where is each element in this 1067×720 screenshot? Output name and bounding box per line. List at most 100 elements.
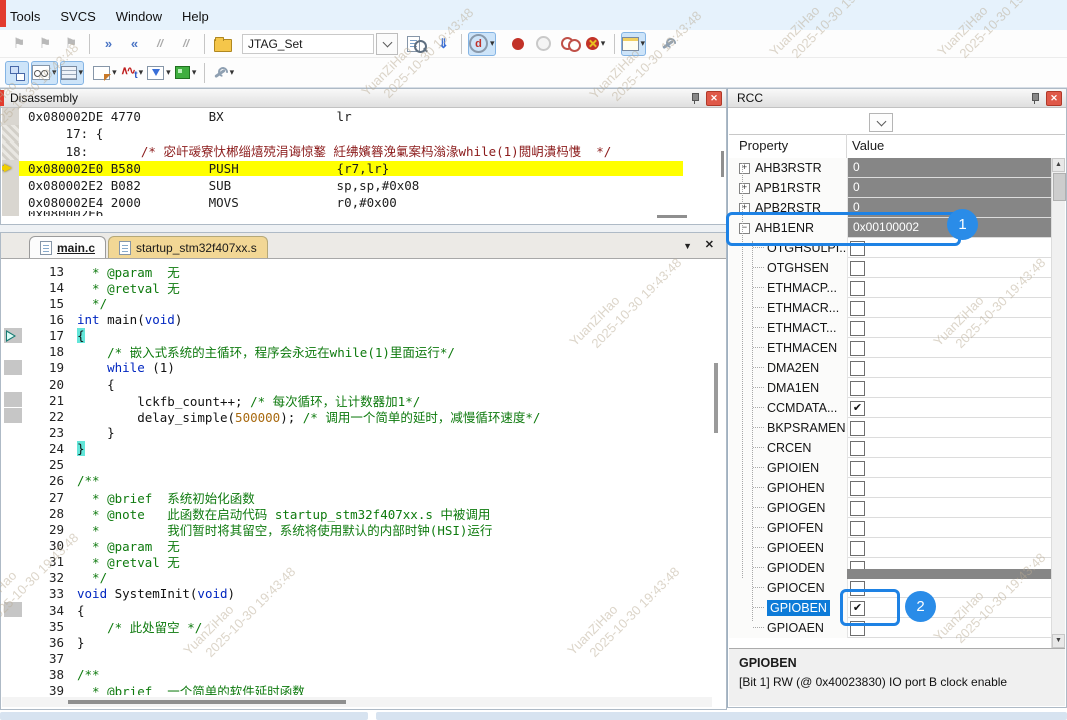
disassembly-title-bar[interactable]: Disassembly ✕ — [1, 89, 726, 108]
bit-checkbox[interactable] — [850, 541, 865, 556]
command-window-button[interactable] — [5, 61, 29, 85]
dropdown-icon: ▾ — [601, 38, 606, 49]
uncomment-button[interactable]: // — [174, 32, 198, 56]
target-select-combo[interactable]: JTAG_Set — [242, 34, 374, 54]
register-description-text: [Bit 1] RW (@ 0x40023830) IO port B cloc… — [739, 675, 1055, 689]
bit-checkbox[interactable] — [850, 441, 865, 456]
kill-all-breakpoints-button[interactable] — [558, 32, 582, 56]
register-row-APB1RSTR[interactable]: +APB1RSTR0 — [729, 178, 1054, 198]
tab-startup_stm32f407xx.s[interactable]: startup_stm32f407xx.s — [108, 236, 268, 258]
bit-checkbox[interactable] — [850, 421, 865, 436]
register-row-BKPSRAMEN[interactable]: BKPSRAMEN — [729, 418, 1054, 438]
disable-breakpoint-button[interactable] — [532, 32, 556, 56]
code-line-19: 19 while (1) — [2, 360, 712, 376]
bookmark-next-icon: ⚑ — [39, 35, 52, 52]
bit-checkbox[interactable] — [850, 361, 865, 376]
register-name: AHB3RSTR — [755, 161, 822, 175]
register-row-DMA1EN[interactable]: DMA1EN — [729, 378, 1054, 398]
code-area[interactable]: 13 * @param 无14 * @retval 无15 */16int ma… — [2, 263, 712, 695]
analysis-windows-button[interactable]: ∧∿t▾ — [120, 61, 145, 85]
register-name: OTGHSEN — [767, 261, 829, 275]
serial-windows-button[interactable]: ▾ — [92, 61, 118, 85]
bit-checkbox[interactable] — [850, 341, 865, 356]
debug-view-button[interactable]: d▾ — [468, 32, 496, 56]
close-icon[interactable]: ✕ — [1046, 91, 1062, 106]
comment-button[interactable]: // — [148, 32, 172, 56]
register-row-GPIOGEN[interactable]: GPIOGEN — [729, 498, 1054, 518]
menu-bar: ToolsSVCSWindowHelp — [0, 0, 1067, 30]
bit-checkbox[interactable]: ✔ — [850, 401, 865, 416]
register-row-ETHMACR[interactable]: ETHMACR... — [729, 298, 1054, 318]
menu-item-tools[interactable]: Tools — [0, 7, 50, 30]
bit-checkbox[interactable] — [850, 461, 865, 476]
close-icon[interactable]: ✕ — [706, 91, 722, 106]
pin-icon[interactable] — [1030, 92, 1040, 104]
register-row-ETHMACEN[interactable]: ETHMACEN — [729, 338, 1054, 358]
indent-button[interactable]: » — [96, 32, 120, 56]
menu-item-window[interactable]: Window — [106, 7, 172, 30]
memory-window-icon — [61, 66, 77, 80]
expand-icon[interactable]: + — [739, 183, 750, 194]
editor-vertical-scrollbar[interactable] — [714, 363, 718, 433]
register-row-GPIOFEN[interactable]: GPIOFEN — [729, 518, 1054, 538]
configure-button[interactable] — [656, 32, 680, 56]
bit-checkbox[interactable] — [850, 381, 865, 396]
bit-checkbox[interactable] — [850, 501, 865, 516]
register-row-ETHMACP[interactable]: ETHMACP... — [729, 278, 1054, 298]
register-row-GPIOEEN[interactable]: GPIOEEN — [729, 538, 1054, 558]
register-row-OTGHSEN[interactable]: OTGHSEN — [729, 258, 1054, 278]
register-filter-combo[interactable] — [869, 113, 893, 132]
pin-icon[interactable] — [690, 92, 700, 104]
panel-splitter[interactable] — [0, 225, 727, 232]
bit-checkbox[interactable] — [850, 521, 865, 536]
disassembly-content[interactable]: 0x080002DE 4770 BX lr 17: { 18: /* 宓屽叆寮忕… — [2, 108, 712, 216]
menu-item-help[interactable]: Help — [172, 7, 219, 30]
register-row-ETHMACT[interactable]: ETHMACT... — [729, 318, 1054, 338]
bookmark-clear-button[interactable]: ⚑ — [59, 32, 83, 56]
register-row-GPIOIEN[interactable]: GPIOIEN — [729, 458, 1054, 478]
open-target-options-button[interactable] — [211, 32, 235, 56]
register-row-DMA2EN[interactable]: DMA2EN — [729, 358, 1054, 378]
scroll-up-icon[interactable]: ▲ — [1052, 158, 1065, 172]
breakpoint-disabled-icon — [536, 36, 551, 51]
disassembly-title: Disassembly — [10, 91, 78, 105]
insert-breakpoint-button[interactable] — [506, 32, 530, 56]
disable-all-breakpoints-button[interactable]: ▾ — [584, 32, 608, 56]
watch-windows-button[interactable]: ▾ — [31, 61, 58, 85]
disassembly-vertical-scrollbar[interactable] — [721, 151, 724, 177]
code-line-23: 23 } — [2, 424, 712, 440]
jump-to-button[interactable]: ⇓ — [431, 32, 455, 56]
workspace-windows-button[interactable]: ▾ — [621, 32, 647, 56]
target-select-dropdown[interactable] — [376, 33, 398, 55]
register-row-CCMDATA[interactable]: CCMDATA...✔ — [729, 398, 1054, 418]
register-row-AHB3RSTR[interactable]: +AHB3RSTR0 — [729, 158, 1054, 178]
rcc-title-bar[interactable]: RCC ✕ — [728, 89, 1066, 108]
system-viewer-button[interactable]: ▾ — [146, 61, 172, 85]
bit-checkbox[interactable] — [850, 281, 865, 296]
scroll-down-icon[interactable]: ▼ — [1052, 634, 1065, 648]
tab-list-icon[interactable]: ▼ — [683, 241, 692, 251]
bookmark-next-button[interactable]: ⚑ — [33, 32, 57, 56]
scrollbar-thumb[interactable] — [1053, 173, 1066, 201]
menu-item-svcs[interactable]: SVCS — [50, 7, 105, 30]
bit-checkbox[interactable] — [850, 301, 865, 316]
bit-checkbox[interactable] — [850, 261, 865, 276]
rcc-vertical-scrollbar[interactable]: ▲ ▼ — [1051, 158, 1065, 648]
outdent-button[interactable]: « — [122, 32, 146, 56]
toolbox-icon — [175, 66, 190, 79]
disassembly-horizontal-scrollbar[interactable] — [657, 215, 687, 218]
register-row-CRCEN[interactable]: CRCEN — [729, 438, 1054, 458]
bookmark-toggle-button[interactable]: ⚑ — [7, 32, 31, 56]
bit-checkbox[interactable] — [850, 321, 865, 336]
bit-checkbox[interactable] — [850, 481, 865, 496]
find-in-files-button[interactable] — [405, 32, 429, 56]
editor-horizontal-scrollbar[interactable] — [2, 697, 712, 707]
toolbox-button[interactable]: ▾ — [174, 61, 198, 85]
tab-close-icon[interactable]: ✕ — [705, 238, 714, 251]
memory-windows-button[interactable]: ▾ — [60, 61, 85, 85]
tab-main.c[interactable]: main.c — [29, 236, 106, 258]
debug-settings-button[interactable]: ▾ — [211, 61, 236, 85]
expand-icon[interactable]: + — [739, 163, 750, 174]
wrench-icon — [660, 36, 676, 52]
register-row-GPIOHEN[interactable]: GPIOHEN — [729, 478, 1054, 498]
